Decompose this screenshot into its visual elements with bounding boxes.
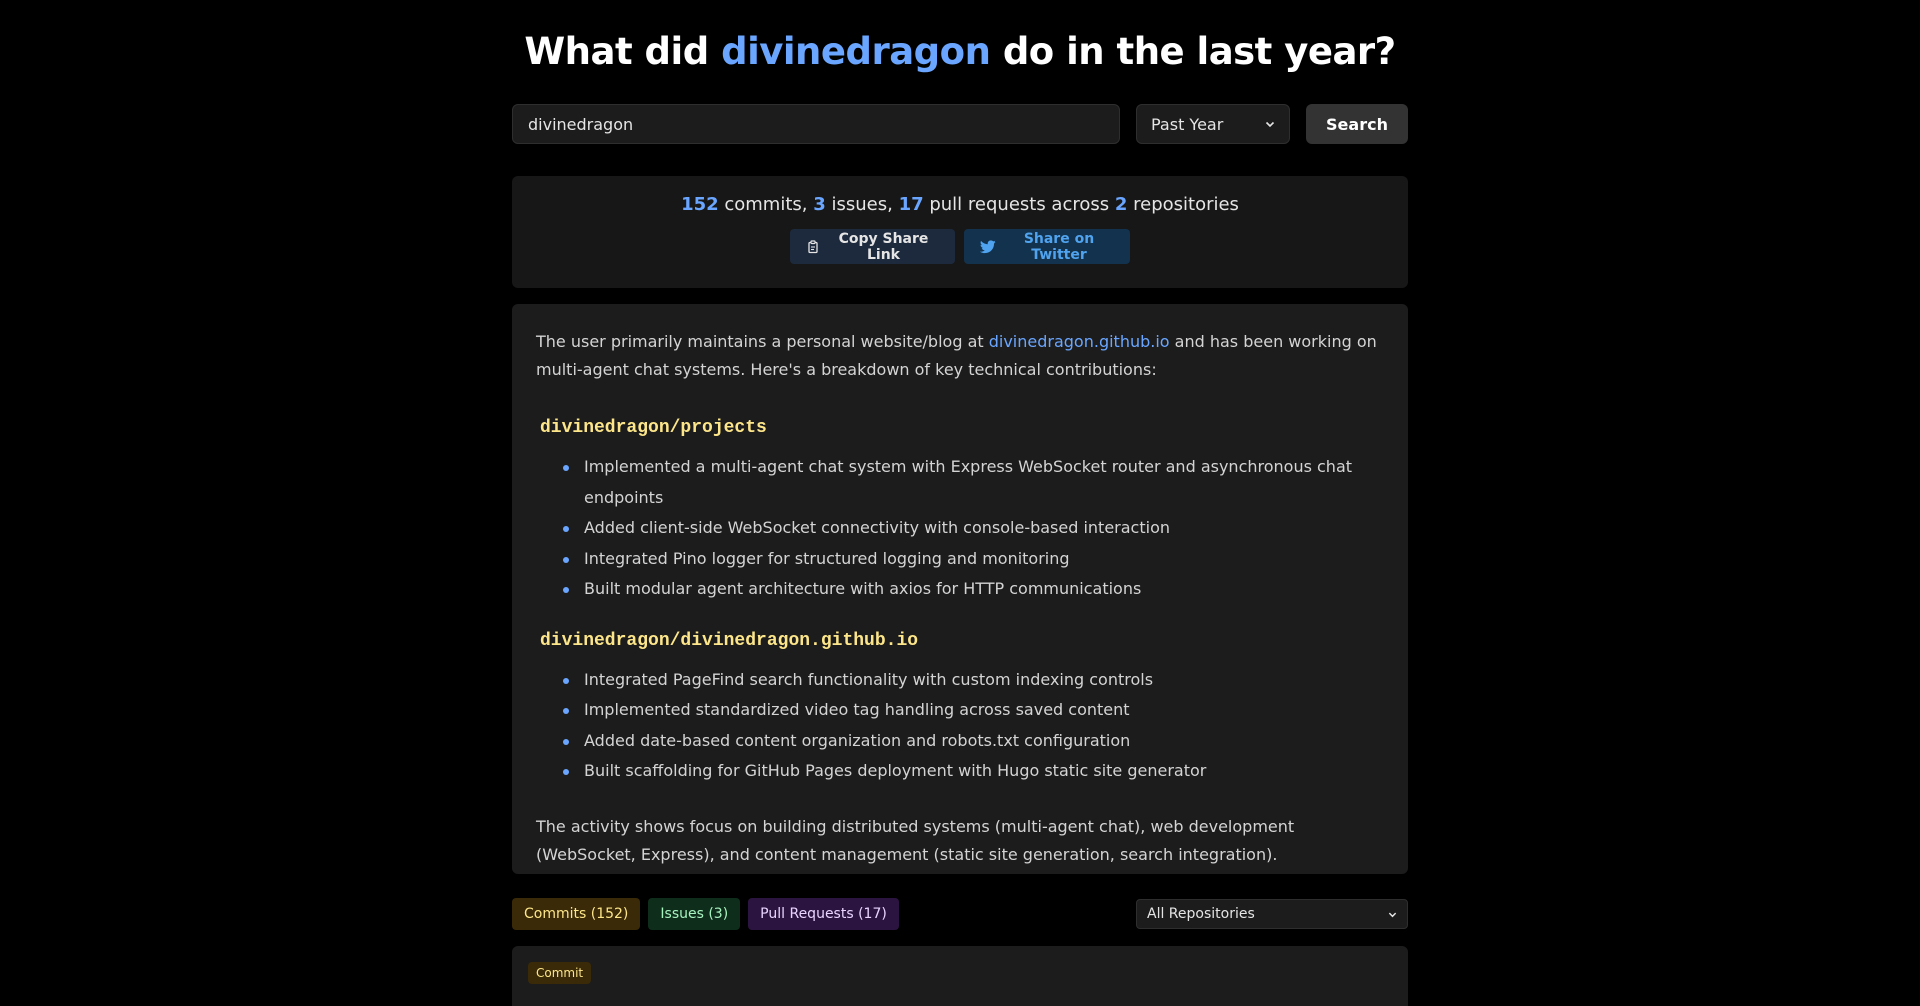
list-item: Integrated PageFind search functionality… [563,665,1384,696]
issues-count: 3 [813,194,826,215]
repo-title-github-io: divinedragon/divinedragon.github.io [540,630,919,651]
stats-card: 152 commits, 3 issues, 17 pull requests … [512,176,1408,288]
twitter-bird-icon [980,239,996,254]
tab-issues[interactable]: Issues (3) [648,898,741,930]
repository-filter-select[interactable]: All Repositories [1136,899,1408,929]
commits-label: commits, [718,194,814,215]
search-row: Past Year Search [512,104,1408,144]
tab-pull-requests[interactable]: Pull Requests (17) [748,898,899,930]
list-item: Added date-based content organization an… [563,726,1384,757]
summary-intro-before: The user primarily maintains a personal … [536,332,989,351]
repositories-label: repositories [1127,194,1239,215]
event-type-badge: Commit [528,962,592,984]
repositories-count: 2 [1114,194,1128,215]
share-on-twitter-label: Share on Twitter [1023,230,1095,263]
repo-projects-list: Implemented a multi-agent chat system wi… [536,452,1384,605]
list-item: Added client-side WebSocket connectivity… [563,513,1384,544]
repository-filter-value: All Repositories [1147,906,1255,922]
list-item: Built scaffolding for GitHub Pages deplo… [563,756,1384,787]
chevron-down-icon [1265,119,1275,129]
chevron-down-icon [1388,910,1397,919]
pull-requests-label: pull requests across [923,194,1115,215]
repo-github-io-list: Integrated PageFind search functionality… [536,665,1384,787]
stats-summary: 152 commits, 3 issues, 17 pull requests … [512,194,1408,215]
period-select-value: Past Year [1151,114,1224,134]
summary-closing: The activity shows focus on building dis… [536,816,1295,864]
list-item: Integrated Pino logger for structured lo… [563,544,1384,575]
username-input[interactable] [512,104,1120,144]
summary-card: The user primarily maintains a personal … [512,304,1408,874]
title-prefix: What did [524,30,722,73]
summary-intro: The user primarily maintains a personal … [536,328,1384,384]
list-item: Implemented a multi-agent chat system wi… [563,452,1384,513]
event-card: Commit [512,946,1408,1006]
page: What did divinedragon do in the last yea… [512,0,1408,1006]
share-row: Copy Share Link Share on Twitter [512,229,1408,264]
pull-requests-count: 17 [898,194,924,215]
list-item: Implemented standardized video tag handl… [563,695,1384,726]
repo-title-projects: divinedragon/projects [540,418,767,438]
period-select[interactable]: Past Year [1136,104,1290,144]
commits-count: 152 [681,194,719,215]
activity-tabs: Commits (152) Issues (3) Pull Requests (… [512,898,1408,930]
website-link[interactable]: divinedragon.github.io [989,332,1170,351]
title-suffix: do in the last year? [990,30,1396,73]
search-button[interactable]: Search [1306,104,1408,144]
page-title: What did divinedragon do in the last yea… [512,0,1408,104]
list-item: Built modular agent architecture with ax… [563,574,1384,605]
issues-label: issues, [825,194,899,215]
copy-share-link-label: Copy Share Link [838,230,929,263]
share-on-twitter-button[interactable]: Share on Twitter [964,229,1130,264]
copy-share-link-button[interactable]: Copy Share Link [790,229,955,264]
clipboard-icon [806,239,820,254]
tab-commits[interactable]: Commits (152) [512,898,641,930]
title-username: divinedragon [721,30,991,73]
